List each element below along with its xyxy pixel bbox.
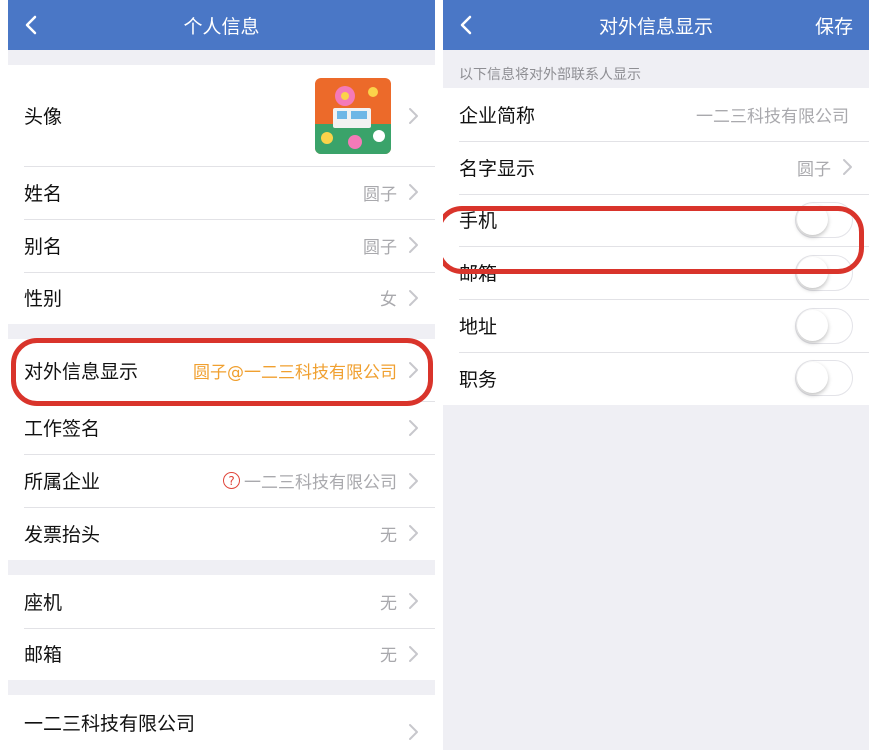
row-label: 头像 [24,106,63,128]
address-toggle[interactable] [795,307,853,344]
external-info-display-screen: 对外信息显示 保存 以下信息将对外部联系人显示 企业简称 一二三科技有限公司 名… [443,0,869,750]
position-toggle[interactable] [795,360,853,397]
row-label: 企业简称 [459,104,536,127]
row-position: 职务 [443,351,869,405]
row-value: 无 [380,646,397,667]
row-company-card[interactable]: 一二三科技有限公司 [8,695,435,750]
row-label: 地址 [459,316,498,339]
chevron-right-icon [409,593,418,610]
row-alias[interactable]: 别名 圆子 [8,218,435,272]
chevron-left-icon [25,15,37,35]
row-value: 圆子 [797,159,831,180]
chevron-right-icon [409,525,418,542]
row-label: 手机 [459,210,498,233]
mobile-toggle[interactable] [795,201,853,238]
page-title: 个人信息 [183,15,260,38]
back-button[interactable] [449,0,483,50]
row-label: 邮箱 [459,263,498,286]
row-email-toggle: 邮箱 [443,246,869,300]
chevron-right-icon [409,107,418,124]
row-name-display[interactable]: 名字显示 圆子 [443,140,869,194]
row-label: 别名 [24,235,63,258]
row-label: 职务 [459,368,498,391]
row-work-signature[interactable]: 工作签名 [8,401,435,455]
row-value: 圆子 [363,184,397,205]
row-label: 名字显示 [459,157,536,180]
row-external-info-display[interactable]: 对外信息显示 圆子@一二三科技有限公司 [8,339,435,402]
chevron-right-icon [409,645,418,662]
row-label: 座机 [24,591,63,614]
row-value: 无 [380,593,397,614]
chevron-right-icon [409,472,418,489]
row-label: 所属企业 [24,471,101,494]
chevron-right-icon [843,159,852,176]
row-address: 地址 [443,299,869,352]
back-button[interactable] [14,0,48,50]
chevron-left-icon [460,15,472,35]
row-company[interactable]: 所属企业 ? 一二三科技有限公司 [8,454,435,507]
row-company-short-name[interactable]: 企业简称 一二三科技有限公司 [443,88,869,141]
row-gender[interactable]: 性别 女 [8,271,435,325]
avatar [315,77,391,154]
row-email[interactable]: 邮箱 无 [8,627,435,681]
row-value: 一二三科技有限公司 [696,106,849,127]
row-label: 发票抬头 [24,523,101,546]
row-value: 无 [380,525,397,546]
right-navbar: 对外信息显示 保存 [443,0,869,50]
row-value: 圆子 [363,237,397,258]
chevron-right-icon [409,237,418,254]
row-avatar[interactable]: 头像 [8,65,435,166]
chevron-right-icon [409,362,418,379]
row-value: 圆子@一二三科技有限公司 [193,362,397,383]
row-landline[interactable]: 座机 无 [8,574,435,628]
row-label: 姓名 [24,182,63,205]
row-label: 对外信息显示 [24,360,139,383]
left-navbar: 个人信息 [8,0,435,50]
row-mobile: 手机 [443,193,869,247]
row-label: 一二三科技有限公司 [24,713,196,736]
row-label: 邮箱 [24,644,63,667]
chevron-right-icon [409,184,418,201]
section-hint: 以下信息将对外部联系人显示 [459,67,641,83]
personal-info-screen: 个人信息 头像 姓名 圆子 别名 圆子 性别 女 对外信息显示 圆子@一二三科技… [8,0,435,750]
row-value: 一二三科技有限公司 [244,473,397,494]
save-button[interactable]: 保存 [815,0,853,50]
chevron-right-icon [409,724,418,741]
row-label: 工作签名 [24,418,101,441]
row-name[interactable]: 姓名 圆子 [8,166,435,219]
row-invoice-title[interactable]: 发票抬头 无 [8,506,435,560]
row-label: 性别 [24,288,63,311]
chevron-right-icon [409,289,418,306]
question-circle-icon[interactable]: ? [223,472,240,490]
row-value: 女 [380,290,397,311]
page-title: 对外信息显示 [598,15,713,38]
email-toggle[interactable] [795,254,853,291]
chevron-right-icon [409,419,418,436]
